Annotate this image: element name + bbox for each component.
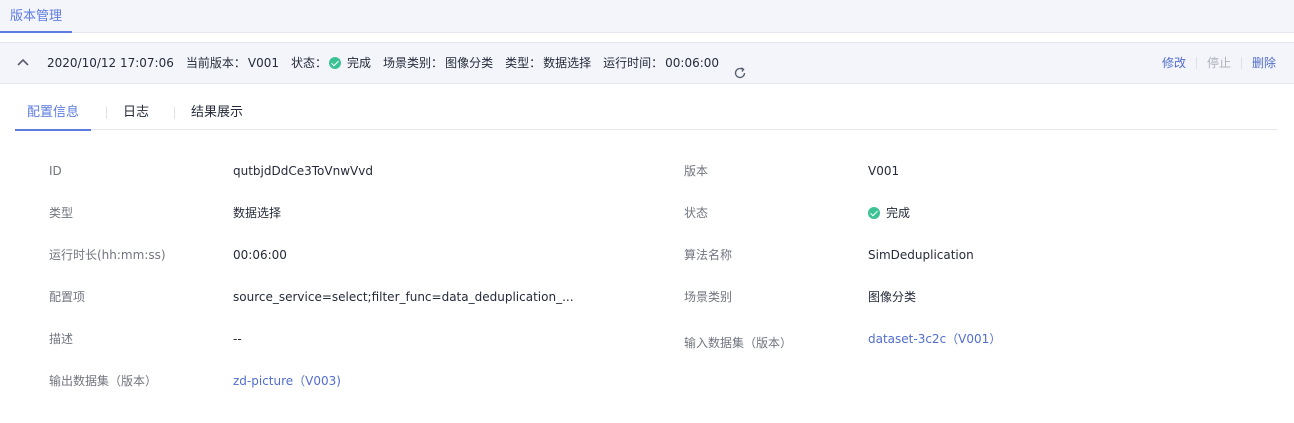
field-label-config: 配置项 <box>49 290 86 304</box>
field-value-config: source_service=select;filter_func=data_d… <box>233 290 574 304</box>
field-value-description: -- <box>233 332 242 346</box>
type-value: 数据选择 <box>543 56 592 70</box>
field-label-duration: 运行时长(hh:mm:ss) <box>49 248 166 262</box>
field-value-algorithm: SimDeduplication <box>868 248 974 262</box>
field-label-id: ID <box>49 164 62 178</box>
check-circle-icon <box>329 57 342 69</box>
field-label-algorithm: 算法名称 <box>684 248 733 262</box>
field-label-version: 版本 <box>684 164 709 178</box>
delete-button[interactable]: 删除 <box>1252 43 1276 83</box>
divider <box>174 107 175 119</box>
field-value-status: 完成 <box>886 206 911 220</box>
divider <box>1240 57 1242 69</box>
status-label: 状态： <box>291 56 328 70</box>
field-label-type: 类型 <box>49 206 74 220</box>
chevron-up-icon[interactable] <box>14 54 32 72</box>
field-value-scene: 图像分类 <box>868 290 917 304</box>
check-circle-icon <box>868 207 880 219</box>
version-summary-bar: 2020/10/12 17:07:06 当前版本： V001 状态： 完成 场景… <box>0 42 1294 84</box>
status-value: 完成 <box>347 56 372 70</box>
edit-button[interactable]: 修改 <box>1162 43 1186 83</box>
input-dataset-link[interactable]: dataset-3c2c（V001） <box>868 331 1001 347</box>
tab-logs[interactable]: 日志 <box>123 96 149 130</box>
field-label-scene: 场景类别 <box>684 290 733 304</box>
field-value-type: 数据选择 <box>233 206 282 220</box>
field-value-version: V001 <box>868 164 900 178</box>
current-version-label: 当前版本： <box>185 56 246 70</box>
version-meta: 2020/10/12 17:07:06 当前版本： V001 状态： 完成 场景… <box>47 43 747 83</box>
divider <box>106 107 107 119</box>
runtime-value: 00:06:00 <box>665 56 720 70</box>
current-version-value: V001 <box>247 56 280 70</box>
status-field: 完成 <box>868 205 910 221</box>
field-label-description: 描述 <box>49 332 74 346</box>
divider <box>1195 57 1197 69</box>
tab-version-management[interactable]: 版本管理 <box>0 0 73 33</box>
output-dataset-link[interactable]: zd-picture（V003) <box>233 373 341 389</box>
version-datetime: 2020/10/12 17:07:06 <box>47 56 174 70</box>
tab-config-info[interactable]: 配置信息 <box>15 96 92 131</box>
field-value-duration: 00:06:00 <box>233 248 287 262</box>
type-label: 类型： <box>505 56 542 70</box>
version-actions: 修改 停止 删除 <box>1162 43 1276 83</box>
tab-results[interactable]: 结果展示 <box>191 96 243 130</box>
detail-tabs: 配置信息 日志 结果展示 <box>15 96 1277 131</box>
runtime-label: 运行时间： <box>603 56 664 70</box>
status-badge: 完成 <box>329 43 371 83</box>
field-label-input-dataset: 输入数据集（版本） <box>684 336 793 350</box>
field-label-output-dataset: 输出数据集（版本） <box>49 374 158 388</box>
refresh-icon[interactable] <box>733 56 747 79</box>
field-label-status: 状态 <box>684 206 709 220</box>
stop-button[interactable]: 停止 <box>1207 43 1231 83</box>
scene-label: 场景类别： <box>383 56 444 70</box>
top-tab-bar: 版本管理 <box>0 0 1294 33</box>
scene-value: 图像分类 <box>445 56 494 70</box>
field-value-id: qutbjdDdCe3ToVnwVvd <box>233 164 373 178</box>
